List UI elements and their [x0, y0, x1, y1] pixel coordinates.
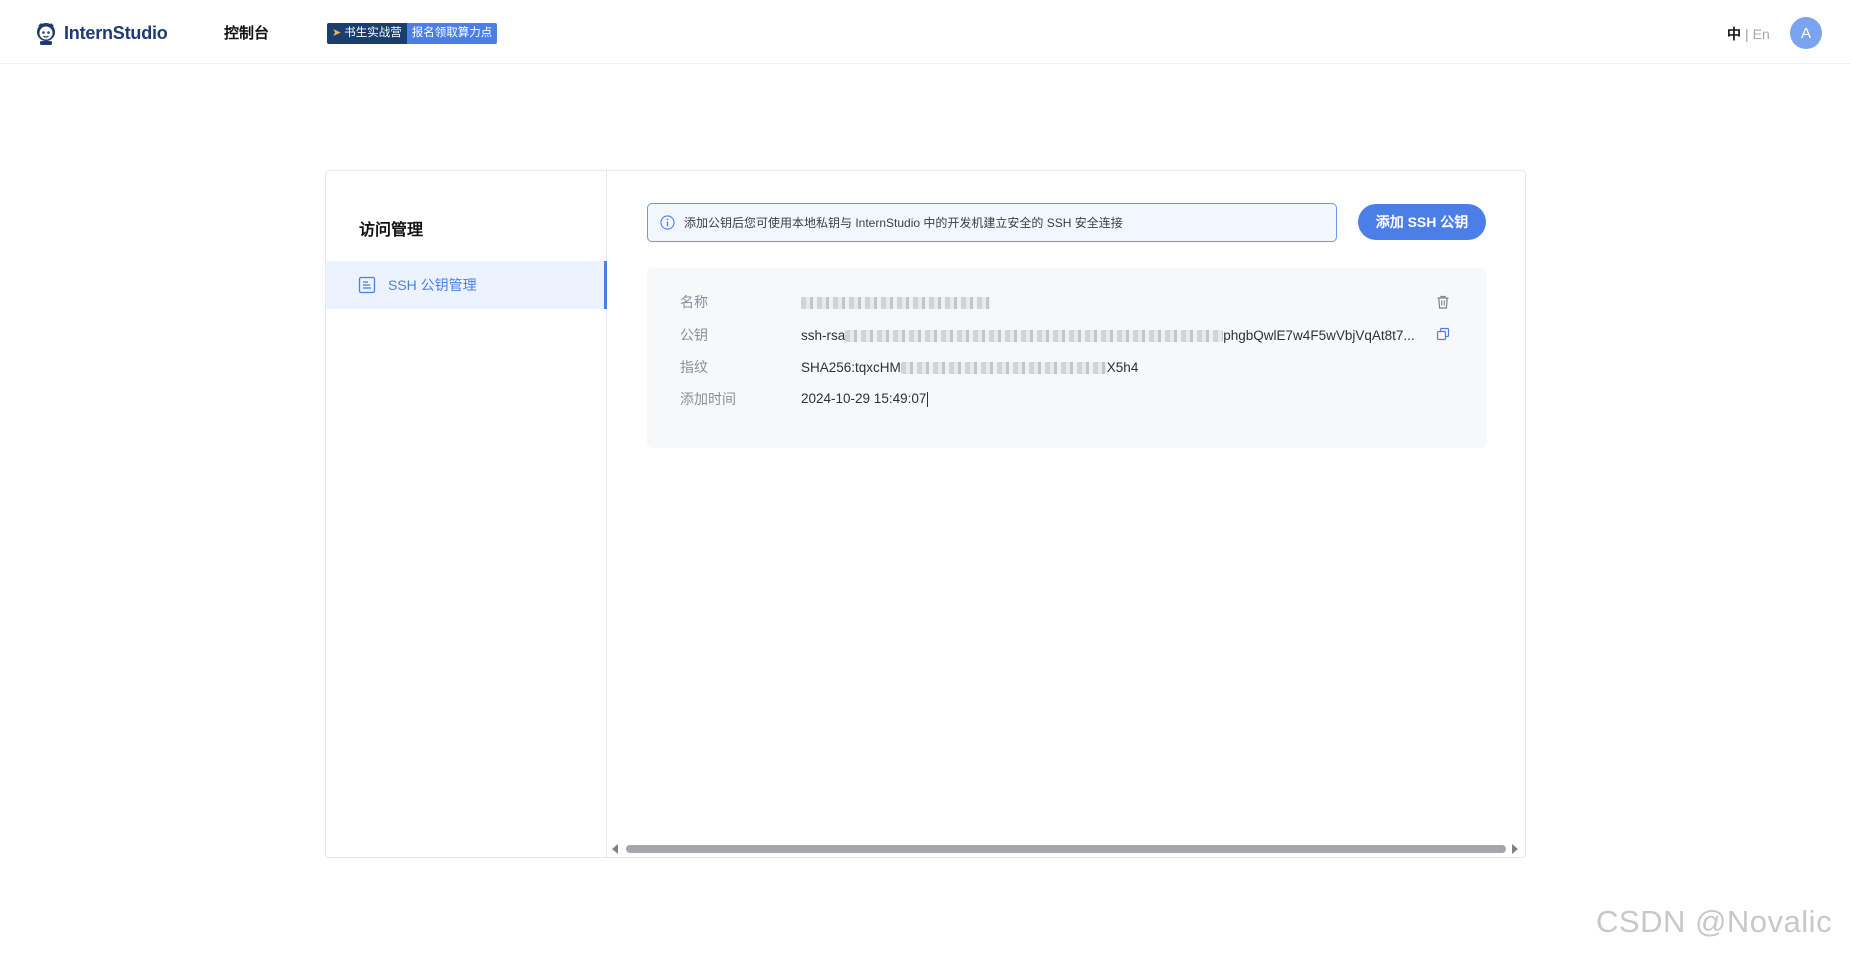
added-time-row: 添加时间 2024-10-29 15:49:07	[680, 389, 929, 409]
nav-console-link[interactable]: 控制台	[224, 22, 269, 43]
redacted-public-key	[845, 329, 1224, 342]
promo-right-label: 报名领取算力点	[406, 23, 498, 44]
promo-left: ➤ 书生实战营	[327, 23, 407, 44]
public-key-label: 公钥	[680, 327, 708, 343]
horizontal-scrollbar[interactable]	[608, 843, 1525, 855]
promo-banner[interactable]: ➤ 书生实战营 报名领取算力点	[327, 23, 498, 44]
sidebar-item-label: SSH 公钥管理	[388, 277, 477, 293]
lang-zh-option[interactable]: 中	[1727, 26, 1741, 42]
key-name-row: 名称	[680, 292, 991, 312]
user-avatar[interactable]: A	[1790, 17, 1822, 49]
info-notice: 添加公钥后您可使用本地私钥与 InternStudio 中的开发机建立安全的 S…	[647, 203, 1337, 242]
public-key-suffix: phgbQwlE7w4F5wVbjVqAt8t7...	[1223, 327, 1415, 343]
sidebar: 访问管理 SSH 公钥管理	[326, 171, 607, 857]
rocket-icon: ➤	[332, 27, 342, 39]
lang-en-option[interactable]: En	[1753, 26, 1770, 42]
notice-text: 添加公钥后您可使用本地私钥与 InternStudio 中的开发机建立安全的 S…	[684, 216, 1123, 230]
access-management-panel: 访问管理 SSH 公钥管理 添加公钥后您可使用本地私钥与 InternStudi…	[325, 170, 1526, 858]
brand-logo[interactable]: InternStudio	[32, 18, 168, 48]
copy-icon[interactable]	[1436, 327, 1450, 341]
csdn-watermark: CSDN @Novalic	[1596, 904, 1833, 939]
ssh-key-card: 名称 公钥 ssh-rsa phgbQwlE7w4F5wVbjVqAt8t7...…	[647, 268, 1487, 448]
added-time-value: 2024-10-29 15:49:07	[801, 391, 929, 407]
sidebar-title: 访问管理	[359, 222, 424, 239]
scroll-right-arrow-icon[interactable]	[1512, 844, 1518, 854]
document-icon	[358, 276, 376, 294]
fingerprint-value: SHA256:tqxcHM X5h4	[801, 360, 1138, 375]
intern-mascot-icon	[37, 23, 55, 45]
scrollbar-thumb[interactable]	[626, 845, 1506, 853]
public-key-row: 公钥 ssh-rsa phgbQwlE7w4F5wVbjVqAt8t7...	[680, 325, 1415, 345]
fingerprint-prefix: SHA256:tqxcHM	[801, 359, 901, 375]
key-name-label: 名称	[680, 294, 708, 310]
lang-separator: |	[1745, 26, 1749, 42]
fingerprint-row: 指纹 SHA256:tqxcHM X5h4	[680, 357, 1138, 377]
redacted-fingerprint	[900, 361, 1107, 374]
language-switch: 中 | En	[1727, 24, 1770, 44]
fingerprint-label: 指纹	[680, 359, 708, 375]
main-content: 添加公钥后您可使用本地私钥与 InternStudio 中的开发机建立安全的 S…	[608, 171, 1525, 857]
public-key-prefix: ssh-rsa	[801, 327, 846, 343]
top-navbar: InternStudio 控制台 ➤ 书生实战营 报名领取算力点 中 | En A	[0, 0, 1850, 64]
promo-left-label: 书生实战营	[344, 27, 402, 39]
key-name-value	[801, 295, 991, 310]
fingerprint-suffix: X5h4	[1106, 359, 1139, 375]
info-icon	[660, 215, 675, 230]
add-ssh-key-button[interactable]: 添加 SSH 公钥	[1358, 204, 1486, 240]
text-cursor	[927, 391, 929, 407]
trash-icon[interactable]	[1435, 294, 1451, 310]
sidebar-item-ssh-keys[interactable]: SSH 公钥管理	[326, 261, 607, 309]
brand-name: InternStudio	[64, 22, 168, 43]
added-time-label: 添加时间	[680, 391, 736, 407]
redacted-key-name	[801, 296, 991, 309]
scroll-left-arrow-icon[interactable]	[612, 844, 618, 854]
public-key-value: ssh-rsa phgbQwlE7w4F5wVbjVqAt8t7...	[801, 328, 1415, 343]
added-time-text: 2024-10-29 15:49:07	[801, 391, 927, 407]
